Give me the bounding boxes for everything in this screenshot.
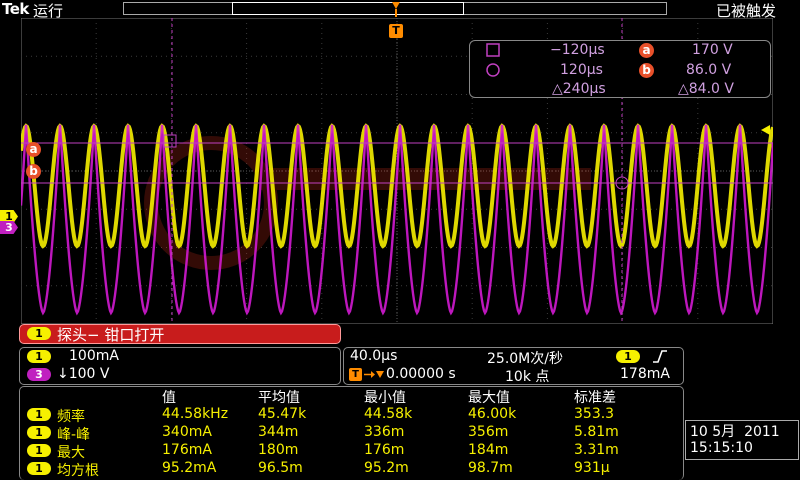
ch3-badge[interactable]: 3 bbox=[27, 368, 51, 381]
ch3-ground-marker[interactable]: 3 bbox=[0, 221, 18, 234]
cursor-b-badge: b bbox=[639, 63, 654, 78]
cursor-a-time: −120µs bbox=[550, 42, 605, 58]
trigger-level[interactable]: 178mA bbox=[620, 366, 670, 382]
trigger-source-badge[interactable]: 1 bbox=[616, 350, 640, 363]
meas-type-label[interactable]: 频率 bbox=[57, 406, 85, 426]
meas-cell: 336m bbox=[364, 424, 405, 440]
ch1-scale[interactable]: 100mA bbox=[69, 348, 119, 364]
rising-edge-icon[interactable] bbox=[652, 349, 668, 364]
meas-cell: 931µ bbox=[574, 460, 610, 476]
cursor-delta-value: △84.0 V bbox=[678, 81, 734, 97]
meas-header-mean: 平均值 bbox=[258, 390, 300, 406]
meas-header-value: 值 bbox=[162, 390, 176, 406]
square-cursor-icon bbox=[486, 43, 500, 57]
meas-cell: 95.2m bbox=[364, 460, 409, 476]
cursor-a-marker[interactable]: a bbox=[26, 142, 41, 157]
cursor-a-value: 170 V bbox=[692, 42, 733, 58]
meas-cell: 3.31m bbox=[574, 442, 619, 458]
meas-cell: 98.7m bbox=[468, 460, 513, 476]
meas-type-label[interactable]: 最大 bbox=[57, 442, 85, 462]
meas-header-min: 最小值 bbox=[364, 390, 406, 406]
record-length: 10k 点 bbox=[505, 369, 550, 385]
meas-cell: 176m bbox=[364, 442, 405, 458]
sample-rate: 25.0M次/秒 bbox=[487, 351, 563, 367]
meas-ch-badge[interactable]: 1 bbox=[27, 462, 51, 475]
trigger-time-marker[interactable]: T bbox=[389, 24, 403, 38]
meas-type-label[interactable]: 均方根 bbox=[57, 460, 99, 480]
cursor-b-time: 120µs bbox=[560, 62, 603, 78]
time-display: 15:15:10 bbox=[690, 440, 753, 456]
meas-cell: 356m bbox=[468, 424, 509, 440]
meas-cell: 344m bbox=[258, 424, 299, 440]
trigger-position[interactable]: 0.00000 s bbox=[386, 366, 456, 382]
circle-cursor-icon bbox=[486, 63, 500, 77]
trigger-t-icon: T bbox=[349, 368, 362, 381]
meas-cell: 340mA bbox=[162, 424, 212, 440]
date-display: 10 5月 2011 bbox=[690, 424, 780, 440]
meas-ch-badge[interactable]: 1 bbox=[27, 408, 51, 421]
meas-cell: 45.47k bbox=[258, 406, 307, 422]
trigger-level-arrow-icon[interactable] bbox=[760, 124, 772, 136]
meas-ch-badge[interactable]: 1 bbox=[27, 444, 51, 457]
meas-cell: 44.58kHz bbox=[162, 406, 229, 422]
delay-arrow-icon bbox=[364, 371, 384, 378]
cursor-b-marker[interactable]: b bbox=[26, 164, 41, 179]
meas-cell: 180m bbox=[258, 442, 299, 458]
meas-cell: 353.3 bbox=[574, 406, 615, 422]
meas-cell: 176mA bbox=[162, 442, 212, 458]
meas-cell: 5.81m bbox=[574, 424, 619, 440]
record-view-window[interactable] bbox=[232, 2, 464, 15]
trigger-position-icon[interactable] bbox=[390, 1, 402, 17]
cursor-b-value: 86.0 V bbox=[686, 62, 732, 78]
ch3-scale[interactable]: ↓100 V bbox=[57, 366, 109, 382]
meas-header-max: 最大值 bbox=[468, 390, 510, 406]
meas-cell: 46.00k bbox=[468, 406, 517, 422]
horizontal-scale[interactable]: 40.0µs bbox=[350, 348, 397, 364]
ch1-badge[interactable]: 1 bbox=[27, 350, 51, 363]
meas-cell: 95.2mA bbox=[162, 460, 217, 476]
meas-cell: 96.5m bbox=[258, 460, 303, 476]
probe-ch1-badge: 1 bbox=[27, 327, 51, 340]
cursor-a-badge: a bbox=[639, 43, 654, 58]
meas-type-label[interactable]: 峰-峰 bbox=[57, 424, 90, 444]
meas-cell: 44.58k bbox=[364, 406, 413, 422]
probe-warning-text: 探头− 钳口打开 bbox=[57, 326, 165, 344]
meas-cell: 184m bbox=[468, 442, 509, 458]
cursor-delta-time: △240µs bbox=[552, 81, 606, 97]
meas-ch-badge[interactable]: 1 bbox=[27, 426, 51, 439]
brand-logo: Tek bbox=[2, 0, 29, 18]
meas-header-stddev: 标准差 bbox=[574, 390, 616, 406]
